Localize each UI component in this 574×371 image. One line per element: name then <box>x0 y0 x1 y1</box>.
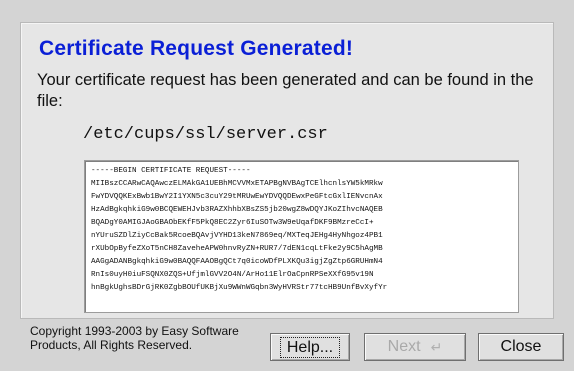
csr-file-path: /etc/cups/ssl/server.csr <box>83 125 328 144</box>
close-button[interactable]: Close <box>478 333 564 361</box>
dialog-title: Certificate Request Generated! <box>39 37 354 60</box>
content-panel: Certificate Request Generated! Your cert… <box>20 22 554 319</box>
dialog-message: Your certificate request has been genera… <box>37 71 534 110</box>
certificate-dialog-window: Certificate Request Generated! Your cert… <box>0 0 574 371</box>
close-button-label: Close <box>500 338 542 355</box>
next-button[interactable]: Next ↵ <box>364 333 466 361</box>
next-button-label: Next <box>387 338 421 355</box>
csr-text-area[interactable]: -----BEGIN CERTIFICATE REQUEST----- MIIB… <box>84 160 519 313</box>
copyright-text: Copyright 1993-2003 by Easy Software Pro… <box>30 324 239 352</box>
help-button[interactable]: Help... <box>270 333 350 361</box>
help-button-label: Help... <box>279 336 341 358</box>
csr-text-content: -----BEGIN CERTIFICATE REQUEST----- MIIB… <box>91 167 388 292</box>
return-arrow-icon: ↵ <box>430 338 443 355</box>
